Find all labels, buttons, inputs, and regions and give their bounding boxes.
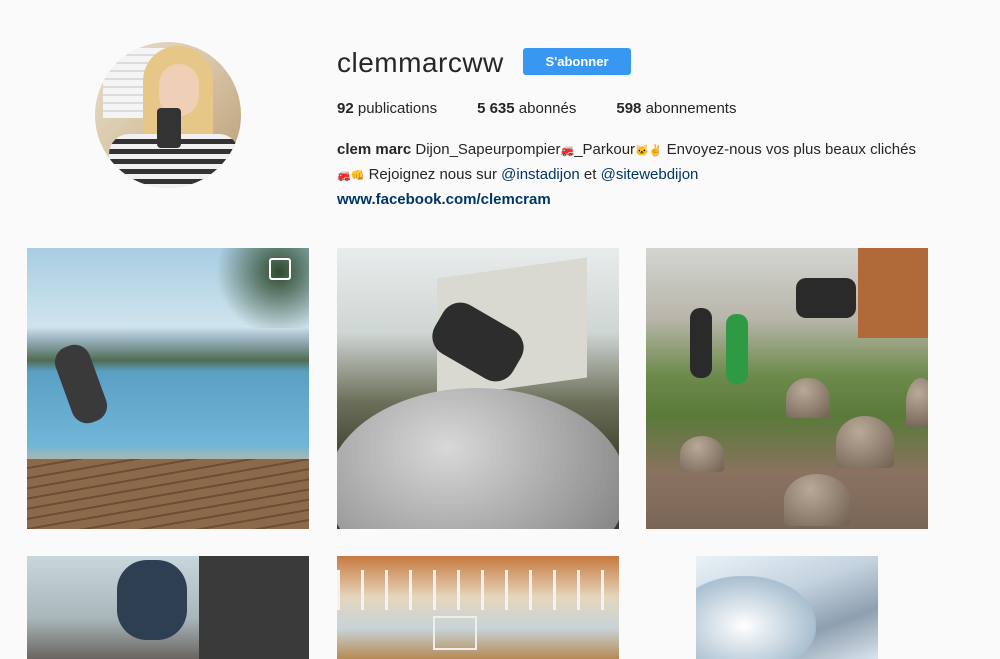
- bio-website-link[interactable]: www.facebook.com/clemcram: [337, 191, 551, 208]
- bio-parkour: _Parkour: [574, 141, 636, 158]
- stat-publications[interactable]: 92 publications: [337, 100, 437, 117]
- post-4-person: [117, 560, 187, 640]
- post-1-person: [50, 340, 112, 428]
- multi-photo-icon: [269, 258, 291, 280]
- post-3-person: [726, 314, 748, 384]
- fire-truck-icon-2: 🚒: [337, 170, 351, 182]
- bio-and: et: [579, 166, 601, 183]
- post-3-stone: [786, 378, 830, 418]
- post-3-stone: [680, 436, 724, 472]
- post-4-wall: [199, 556, 309, 659]
- post-thumbnail-1[interactable]: [27, 248, 309, 529]
- post-6-ice: [696, 576, 816, 659]
- mention-instadijon[interactable]: @instadijon: [501, 166, 580, 183]
- publications-count: 92: [337, 100, 354, 117]
- bio-text-1: Dijon_Sapeurpompier: [411, 141, 561, 158]
- post-thumbnail-4[interactable]: [27, 556, 309, 659]
- avatar-phone: [157, 108, 181, 148]
- bio-line-2: 🚒👊 Rejoignez nous sur @instadijon et @si…: [337, 163, 937, 188]
- bio-line-3: www.facebook.com/clemcram: [337, 188, 937, 211]
- followers-label: abonnés: [518, 100, 577, 117]
- bio-text-1-rest: Envoyez-nous vos plus beaux clichés: [662, 141, 916, 158]
- bio-name: clem marc: [337, 141, 412, 158]
- post-1-tree: [209, 248, 309, 328]
- post-3-person: [796, 278, 856, 318]
- followers-count: 5 635: [477, 100, 515, 117]
- following-label: abonnements: [645, 100, 737, 117]
- post-5-hoop: [433, 616, 477, 650]
- fire-truck-icon: 🚒: [560, 145, 575, 157]
- mention-sitewebdijon[interactable]: @sitewebdijon: [601, 166, 699, 183]
- post-3-stone: [906, 378, 928, 428]
- profile-stats: 92 publications 5 635 abonnés 598 abonne…: [337, 100, 776, 117]
- following-count: 598: [616, 100, 642, 117]
- post-thumbnail-5[interactable]: [337, 556, 619, 659]
- post-3-stone: [784, 474, 850, 526]
- follow-button[interactable]: S'abonner: [523, 48, 631, 75]
- post-1-dock: [27, 459, 309, 529]
- publications-label: publications: [357, 100, 438, 117]
- fist-icon: 👊: [350, 170, 365, 182]
- stat-following[interactable]: 598 abonnements: [616, 100, 736, 117]
- cat-icon: 🐱: [635, 145, 649, 157]
- post-thumbnail-3[interactable]: [646, 248, 928, 529]
- post-3-building: [858, 248, 928, 338]
- post-3-stone: [836, 416, 894, 468]
- profile-avatar: [95, 42, 241, 188]
- post-3-person: [690, 308, 712, 378]
- stat-followers[interactable]: 5 635 abonnés: [477, 100, 576, 117]
- post-5-beams: [337, 570, 619, 610]
- post-thumbnail-2[interactable]: [337, 248, 619, 529]
- bio-line-1: clem marc Dijon_Sapeurpompier🚒_Parkour🐱✌…: [337, 138, 937, 163]
- profile-username: clemmarcww: [337, 47, 504, 78]
- post-thumbnail-6[interactable]: [646, 556, 928, 659]
- victory-hand-icon: ✌: [648, 145, 663, 157]
- bio-text-2: Rejoignez nous sur: [364, 166, 502, 183]
- post-2-dome: [337, 388, 619, 529]
- profile-bio: clem marc Dijon_Sapeurpompier🚒_Parkour🐱✌…: [337, 138, 937, 211]
